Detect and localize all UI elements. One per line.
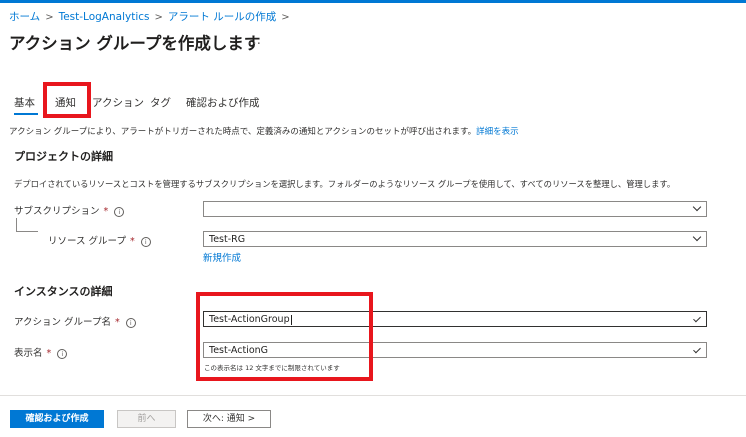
breadcrumb-separator: > (45, 12, 54, 23)
tree-connector-horizontal (16, 231, 38, 232)
info-icon[interactable]: i (114, 206, 125, 217)
tree-connector-vertical (16, 218, 17, 231)
required-mark: * (103, 206, 109, 217)
action-group-name-label: アクション グループ名 * i (14, 314, 136, 328)
breadcrumb: ホーム > Test-LogAnalytics > アラート ルールの作成 > (9, 9, 295, 24)
active-tab-indicator (14, 113, 38, 115)
tab-basics[interactable]: 基本 (14, 95, 35, 110)
top-accent-bar (0, 0, 746, 3)
footer-divider (0, 395, 746, 396)
checkmark-icon (693, 314, 701, 323)
tab-review-create[interactable]: 確認および作成 (186, 95, 260, 110)
breadcrumb-create-alert-rule[interactable]: アラート ルールの作成 (168, 11, 276, 23)
info-icon[interactable]: i (57, 348, 68, 359)
intro-text: アクション グループにより、アラートがトリガーされた時点で、定義済みの通知とアク… (9, 125, 519, 137)
subscription-label: サブスクリプション * i (14, 203, 125, 217)
info-icon[interactable]: i (125, 317, 136, 328)
info-icon[interactable]: i (140, 236, 151, 247)
previous-button[interactable]: 前へ (117, 410, 176, 428)
intro-description: アクション グループにより、アラートがトリガーされた時点で、定義済みの通知とアク… (9, 127, 477, 137)
learn-more-link[interactable]: 詳細を表示 (476, 127, 519, 137)
required-mark: * (46, 348, 52, 359)
checkmark-icon (693, 345, 701, 354)
fields-highlight-box (196, 292, 373, 381)
next-notifications-button[interactable]: 次へ: 通知 > (187, 410, 271, 428)
subscription-dropdown[interactable] (203, 201, 707, 217)
breadcrumb-separator: > (281, 12, 290, 23)
required-mark: * (114, 317, 120, 328)
required-mark: * (129, 236, 135, 247)
project-details-description: デプロイされているリソースとコストを管理するサブスクリプションを選択します。フォ… (14, 179, 676, 189)
create-new-resource-group-link[interactable]: 新規作成 (203, 250, 241, 264)
action-group-name-label-text: アクション グループ名 (14, 317, 111, 328)
chevron-down-icon (692, 232, 702, 242)
resource-group-dropdown[interactable]: Test-RG (203, 231, 707, 247)
breadcrumb-home[interactable]: ホーム (9, 11, 40, 23)
display-name-label-text: 表示名 (14, 348, 43, 359)
breadcrumb-log-analytics[interactable]: Test-LogAnalytics (59, 11, 150, 23)
tab-actions[interactable]: アクション (92, 95, 144, 110)
page-title: アクション グループを作成します (9, 34, 261, 53)
tab-highlight-box (43, 82, 91, 118)
more-options-icon[interactable]: … (248, 33, 262, 48)
display-name-label: 表示名 * i (14, 345, 68, 359)
project-details-heading: プロジェクトの詳細 (14, 150, 113, 163)
review-create-button[interactable]: 確認および作成 (10, 410, 104, 428)
instance-details-heading: インスタンスの詳細 (14, 285, 113, 298)
resource-group-label-text: リソース グループ (48, 236, 126, 247)
subscription-label-text: サブスクリプション (14, 206, 100, 217)
chevron-down-icon (692, 202, 702, 212)
tab-tags[interactable]: タグ (150, 95, 171, 110)
breadcrumb-separator: > (154, 12, 163, 23)
resource-group-label: リソース グループ * i (48, 233, 151, 247)
resource-group-value: Test-RG (209, 234, 246, 245)
